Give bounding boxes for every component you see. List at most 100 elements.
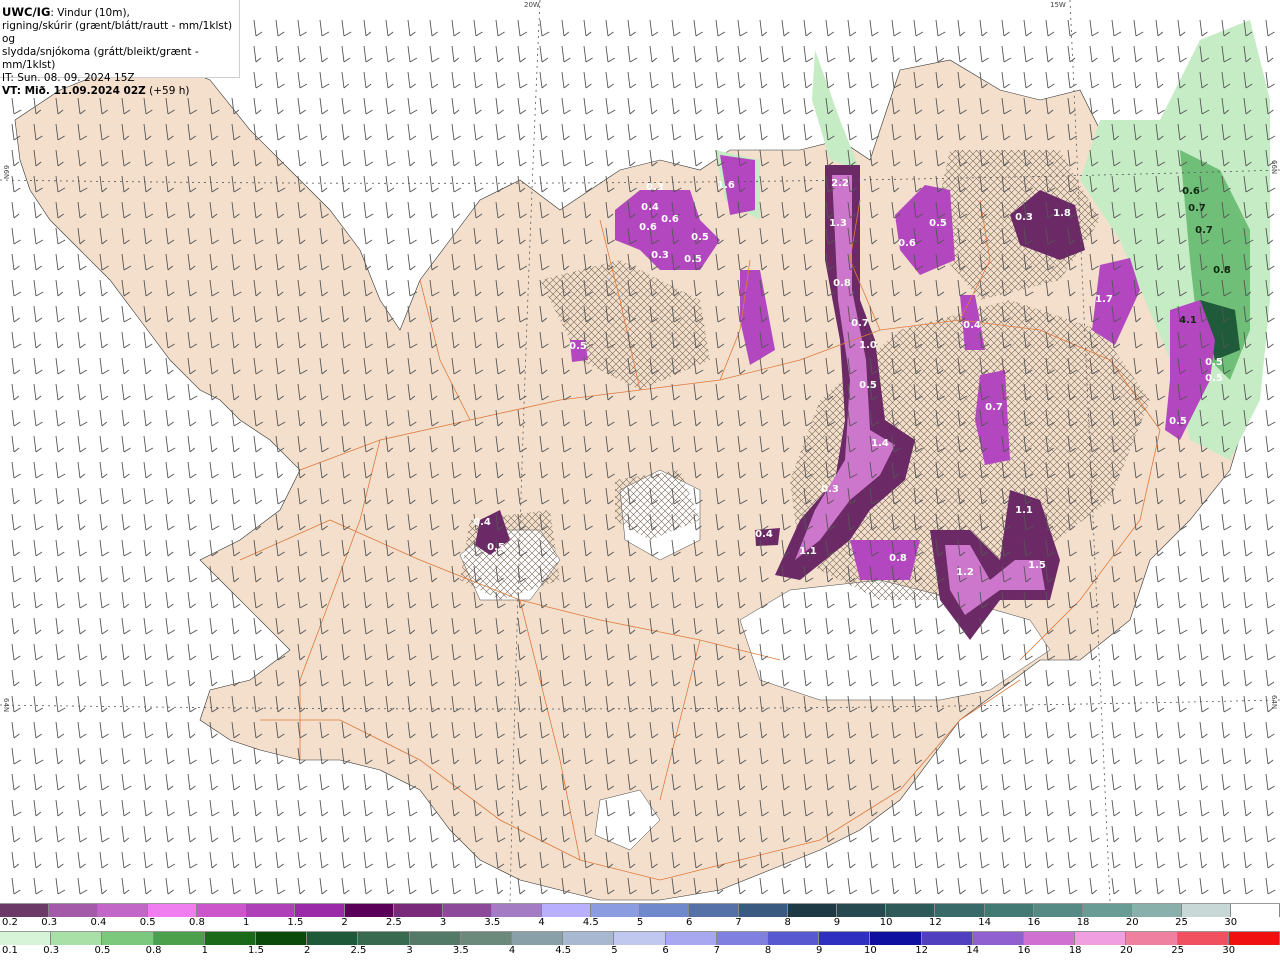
wind-barb bbox=[1133, 773, 1142, 791]
wind-barb bbox=[187, 773, 196, 791]
colorbar-tick-label: 2 bbox=[341, 917, 348, 928]
colorbar-tick-label: 6 bbox=[686, 917, 693, 928]
colorbar-tick-label: 2.5 bbox=[385, 917, 402, 928]
wind-barb bbox=[935, 877, 944, 895]
colorbar-swatch bbox=[204, 932, 257, 945]
wind-barb bbox=[55, 643, 66, 661]
wind-barb bbox=[1155, 877, 1164, 895]
map-header: UWC/IG: Vindur (10m), rigning/skúrir (gr… bbox=[0, 0, 240, 97]
wind-barb bbox=[539, 19, 550, 37]
wind-barb bbox=[363, 825, 372, 843]
wind-barb bbox=[605, 97, 616, 115]
wind-barb bbox=[165, 721, 174, 739]
wind-barb bbox=[1089, 747, 1098, 765]
colorbar-tick-label: 0.3 bbox=[43, 945, 60, 956]
wind-barb bbox=[1221, 617, 1230, 635]
wind-barb bbox=[407, 201, 416, 219]
precip-value-label: 0.3 bbox=[1015, 212, 1033, 223]
colorbar-swatch bbox=[972, 932, 1025, 945]
wind-barb bbox=[55, 487, 65, 505]
wind-barb bbox=[649, 45, 658, 63]
wind-barb bbox=[11, 825, 21, 843]
wind-barb bbox=[1001, 71, 1010, 89]
wind-barb bbox=[187, 539, 196, 557]
wind-barb bbox=[1067, 851, 1076, 869]
precip-value-label: 0.4 bbox=[473, 517, 491, 528]
wind-barb bbox=[55, 773, 65, 791]
wind-barb bbox=[1177, 695, 1187, 713]
wind-barb bbox=[231, 747, 242, 765]
wind-barb bbox=[715, 71, 726, 89]
wind-barb bbox=[363, 97, 373, 115]
wind-barb bbox=[979, 799, 990, 817]
colorbar-tick-label: 16 bbox=[1017, 945, 1031, 956]
wind-barb bbox=[363, 851, 374, 869]
wind-barb bbox=[781, 19, 790, 37]
wind-barb bbox=[495, 149, 505, 167]
colorbar-tick-label: 6 bbox=[662, 945, 669, 956]
wind-barb bbox=[1177, 539, 1186, 557]
colorbar-swatch bbox=[1083, 904, 1133, 917]
wind-barb bbox=[913, 851, 923, 869]
wind-barb bbox=[297, 45, 306, 63]
wind-barb bbox=[1067, 825, 1078, 843]
precip-value-label: 0.6 bbox=[898, 238, 916, 249]
wind-barb bbox=[121, 669, 131, 687]
wind-barb bbox=[11, 149, 20, 167]
colorbar-swatch bbox=[738, 904, 788, 917]
wind-barb bbox=[935, 45, 945, 63]
wind-barb bbox=[517, 45, 526, 63]
wind-barb bbox=[121, 565, 131, 583]
wind-barb bbox=[1111, 773, 1122, 791]
wind-barb bbox=[803, 71, 812, 89]
colorbar-tick-label: 18 bbox=[1068, 945, 1082, 956]
wind-barb bbox=[275, 71, 285, 89]
colorbar-tick-label: 7 bbox=[735, 917, 742, 928]
precip-value-label: 0.4 bbox=[641, 202, 659, 213]
wind-barb bbox=[583, 149, 594, 167]
wind-barb bbox=[187, 747, 197, 765]
wind-barb bbox=[1265, 19, 1275, 37]
wind-barb bbox=[187, 825, 196, 843]
wind-barb bbox=[99, 565, 108, 583]
wind-barb bbox=[539, 175, 548, 193]
wind-barb bbox=[143, 435, 154, 453]
wind-barb bbox=[1089, 71, 1100, 89]
wind-barb bbox=[1133, 877, 1142, 895]
wind-barb bbox=[671, 97, 680, 115]
wind-barb bbox=[429, 227, 440, 245]
wind-barb bbox=[341, 97, 351, 115]
wind-barb bbox=[143, 747, 153, 765]
wind-barb bbox=[1111, 799, 1121, 817]
wind-barb bbox=[165, 669, 176, 687]
wind-barb bbox=[1221, 825, 1231, 843]
wind-barb bbox=[209, 435, 218, 453]
wind-barb bbox=[1155, 591, 1164, 609]
wind-barb bbox=[1177, 45, 1187, 63]
wind-barb bbox=[55, 747, 64, 765]
wind-barb bbox=[1221, 539, 1231, 557]
wind-barb bbox=[1265, 877, 1276, 895]
wind-barb bbox=[1177, 773, 1186, 791]
wind-barb bbox=[385, 799, 396, 817]
wind-barb bbox=[517, 71, 528, 89]
colorbar-tick-label: 20 bbox=[1125, 917, 1139, 928]
wind-barb bbox=[1199, 643, 1209, 661]
wind-barb bbox=[891, 851, 901, 869]
wind-barb bbox=[297, 773, 308, 791]
lead-time: (+59 h) bbox=[149, 85, 190, 97]
wind-barb bbox=[209, 851, 218, 869]
wind-barb bbox=[165, 617, 176, 635]
wind-barb bbox=[715, 45, 724, 63]
colorbar-tick-label: 0.8 bbox=[188, 917, 205, 928]
colorbar-tick-label: 16 bbox=[1027, 917, 1041, 928]
wind-barb bbox=[1001, 45, 1012, 63]
wind-barb bbox=[1133, 799, 1143, 817]
wind-barb bbox=[275, 851, 284, 869]
wind-barb bbox=[99, 383, 109, 401]
wind-barb bbox=[99, 487, 109, 505]
colorbar-tick-label: 3.5 bbox=[484, 917, 501, 928]
colorbar-tick-label: 10 bbox=[879, 917, 893, 928]
wind-barb bbox=[473, 175, 484, 193]
colorbar-tick-label: 5 bbox=[611, 945, 618, 956]
